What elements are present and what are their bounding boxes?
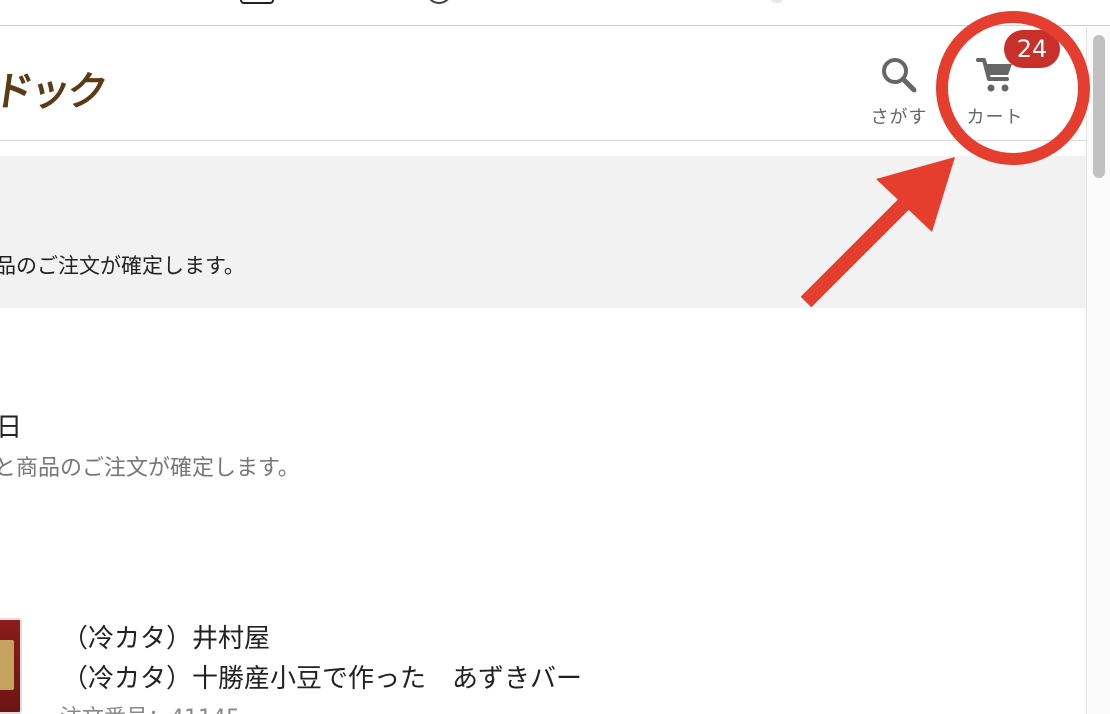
product-order-number: 注文番号：41145	[60, 700, 240, 714]
cart-label: カート	[966, 107, 1024, 128]
delivery-note: と商品のご注文が確定します。	[0, 456, 300, 481]
delivery-date-section: 日 と商品のご注文が確定します。	[0, 404, 1086, 494]
product-name[interactable]: （冷カタ）十勝産小豆で作った あずきバー	[62, 658, 582, 695]
browser-top-strip	[0, 0, 1110, 26]
scrollbar-thumb[interactable]	[1093, 35, 1105, 178]
product-thumbnail[interactable]	[0, 618, 22, 714]
site-logo[interactable]: ドック	[0, 59, 109, 117]
search-button[interactable]: さがす	[864, 51, 934, 131]
page-scrollbar[interactable]	[1086, 27, 1110, 714]
toolbar-icon-fragment	[426, 0, 452, 4]
notice-message: 品のご注文が確定します。	[0, 254, 245, 278]
toolbar-icon-fragment	[240, 0, 274, 4]
product-brand: （冷カタ）井村屋	[62, 624, 271, 654]
search-icon	[882, 58, 917, 93]
toolbar-icon-fragment	[770, 0, 784, 3]
delivery-date-label: 日	[0, 413, 23, 443]
search-label: さがす	[870, 107, 928, 128]
site-header: ドック さがす カート	[0, 27, 1086, 141]
cart-count-badge: 24	[1004, 30, 1060, 68]
product-package-graphic	[0, 640, 14, 690]
order-notice-banner: 品のご注文が確定します。	[0, 156, 1086, 308]
product-item[interactable]: （冷カタ）井村屋 （冷カタ）十勝産小豆で作った あずきバー 注文番号：41145	[0, 610, 1086, 714]
